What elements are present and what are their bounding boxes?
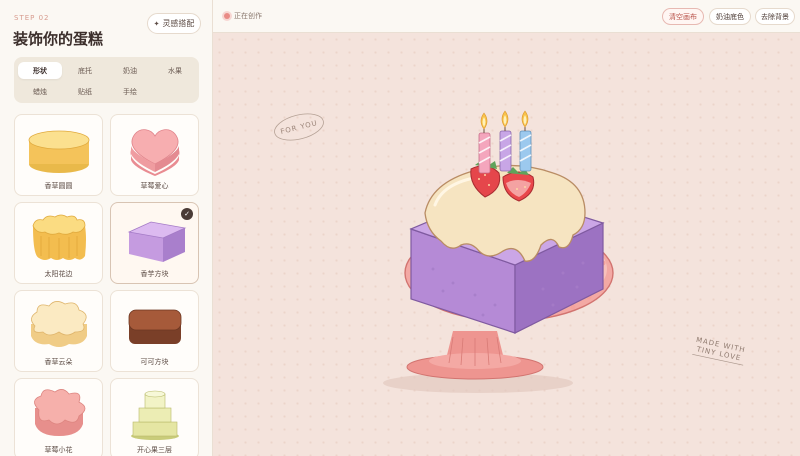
- shape-card-strawberry-flower[interactable]: 草莓小花: [14, 378, 103, 456]
- stamp-text-left: FOR YOU: [280, 119, 319, 136]
- shape-card-label: 草莓小花: [44, 446, 73, 454]
- shape-card-taro-cube[interactable]: ✓ 香芋方块: [110, 202, 199, 284]
- tab-sticker[interactable]: 贴纸: [63, 83, 107, 100]
- tab-drawing[interactable]: 手绘: [108, 83, 152, 100]
- tab-candle[interactable]: 蜡烛: [18, 83, 62, 100]
- shape-card-strawberry-heart[interactable]: 草莓爱心: [110, 114, 199, 196]
- pink-flower-cake-icon: [34, 389, 86, 436]
- remove-background-button[interactable]: 去除背景: [755, 8, 795, 25]
- design-canvas[interactable]: FOR YOU MADE WITH TINY LOVE: [213, 33, 800, 456]
- category-tabs: 形状 底托 奶油 水果 蜡烛 贴纸 手绘: [14, 57, 199, 103]
- page-title: 装饰你的蛋糕: [13, 30, 104, 48]
- inspiration-button-label: 灵感搭配: [162, 19, 195, 28]
- sidebar: STEP 02 装饰你的蛋糕 ✦ 灵感搭配 形状 底托 奶油 水果 蜡烛 贴纸 …: [0, 0, 213, 456]
- flower-edge-cake-icon: [32, 214, 86, 260]
- selected-check-icon: ✓: [181, 208, 193, 220]
- tab-fruit[interactable]: 水果: [153, 62, 197, 79]
- shape-card-sun-flower[interactable]: 太阳花边: [14, 202, 103, 284]
- shape-card-label: 可可方块: [140, 358, 169, 366]
- shape-card-label: 香草圆圆: [44, 182, 73, 190]
- creating-status: 正在创作: [224, 11, 262, 21]
- made-with-love-stamp: MADE WITH TINY LOVE: [692, 336, 746, 366]
- shape-card-pistachio-tier[interactable]: 开心果三层: [110, 378, 199, 456]
- for-you-stamp: FOR YOU: [274, 113, 324, 141]
- sparkle-icon: ✦: [153, 19, 160, 28]
- inspiration-button[interactable]: ✦ 灵感搭配: [147, 13, 201, 34]
- cake-preview: FOR YOU MADE WITH TINY LOVE: [274, 110, 746, 393]
- shape-card-label: 香芋方块: [140, 270, 169, 278]
- cream-background-button[interactable]: 奶油底色: [709, 8, 751, 25]
- status-label: 正在创作: [234, 12, 262, 20]
- shape-card-label: 开心果三层: [137, 446, 172, 454]
- shape-card-cocoa-cube[interactable]: 可可方块: [110, 290, 199, 372]
- cloud-cake-icon: [31, 301, 87, 347]
- step-indicator: STEP 02: [14, 14, 50, 22]
- shape-card-label: 香草云朵: [44, 358, 73, 366]
- shape-card-vanilla-cloud[interactable]: 香草云朵: [14, 290, 103, 372]
- clear-canvas-button[interactable]: 清空画布: [662, 8, 704, 25]
- round-cake-icon: [28, 130, 90, 173]
- tab-cream[interactable]: 奶油: [108, 62, 152, 79]
- canvas-toolbar: 正在创作 清空画布 奶油底色 去除背景: [213, 0, 800, 33]
- tab-shape[interactable]: 形状: [18, 62, 62, 79]
- shape-card-label: 太阳花边: [44, 270, 73, 278]
- tier-cake-icon: [131, 390, 179, 440]
- tab-base[interactable]: 底托: [63, 62, 107, 79]
- shape-card-vanilla-round[interactable]: 香草圆圆: [14, 114, 103, 196]
- candles: [478, 110, 532, 174]
- cocoa-cake-icon: [128, 309, 182, 344]
- shape-card-label: 草莓爱心: [140, 182, 169, 190]
- heart-cake-icon: [130, 129, 180, 176]
- status-dot-icon: [224, 13, 230, 19]
